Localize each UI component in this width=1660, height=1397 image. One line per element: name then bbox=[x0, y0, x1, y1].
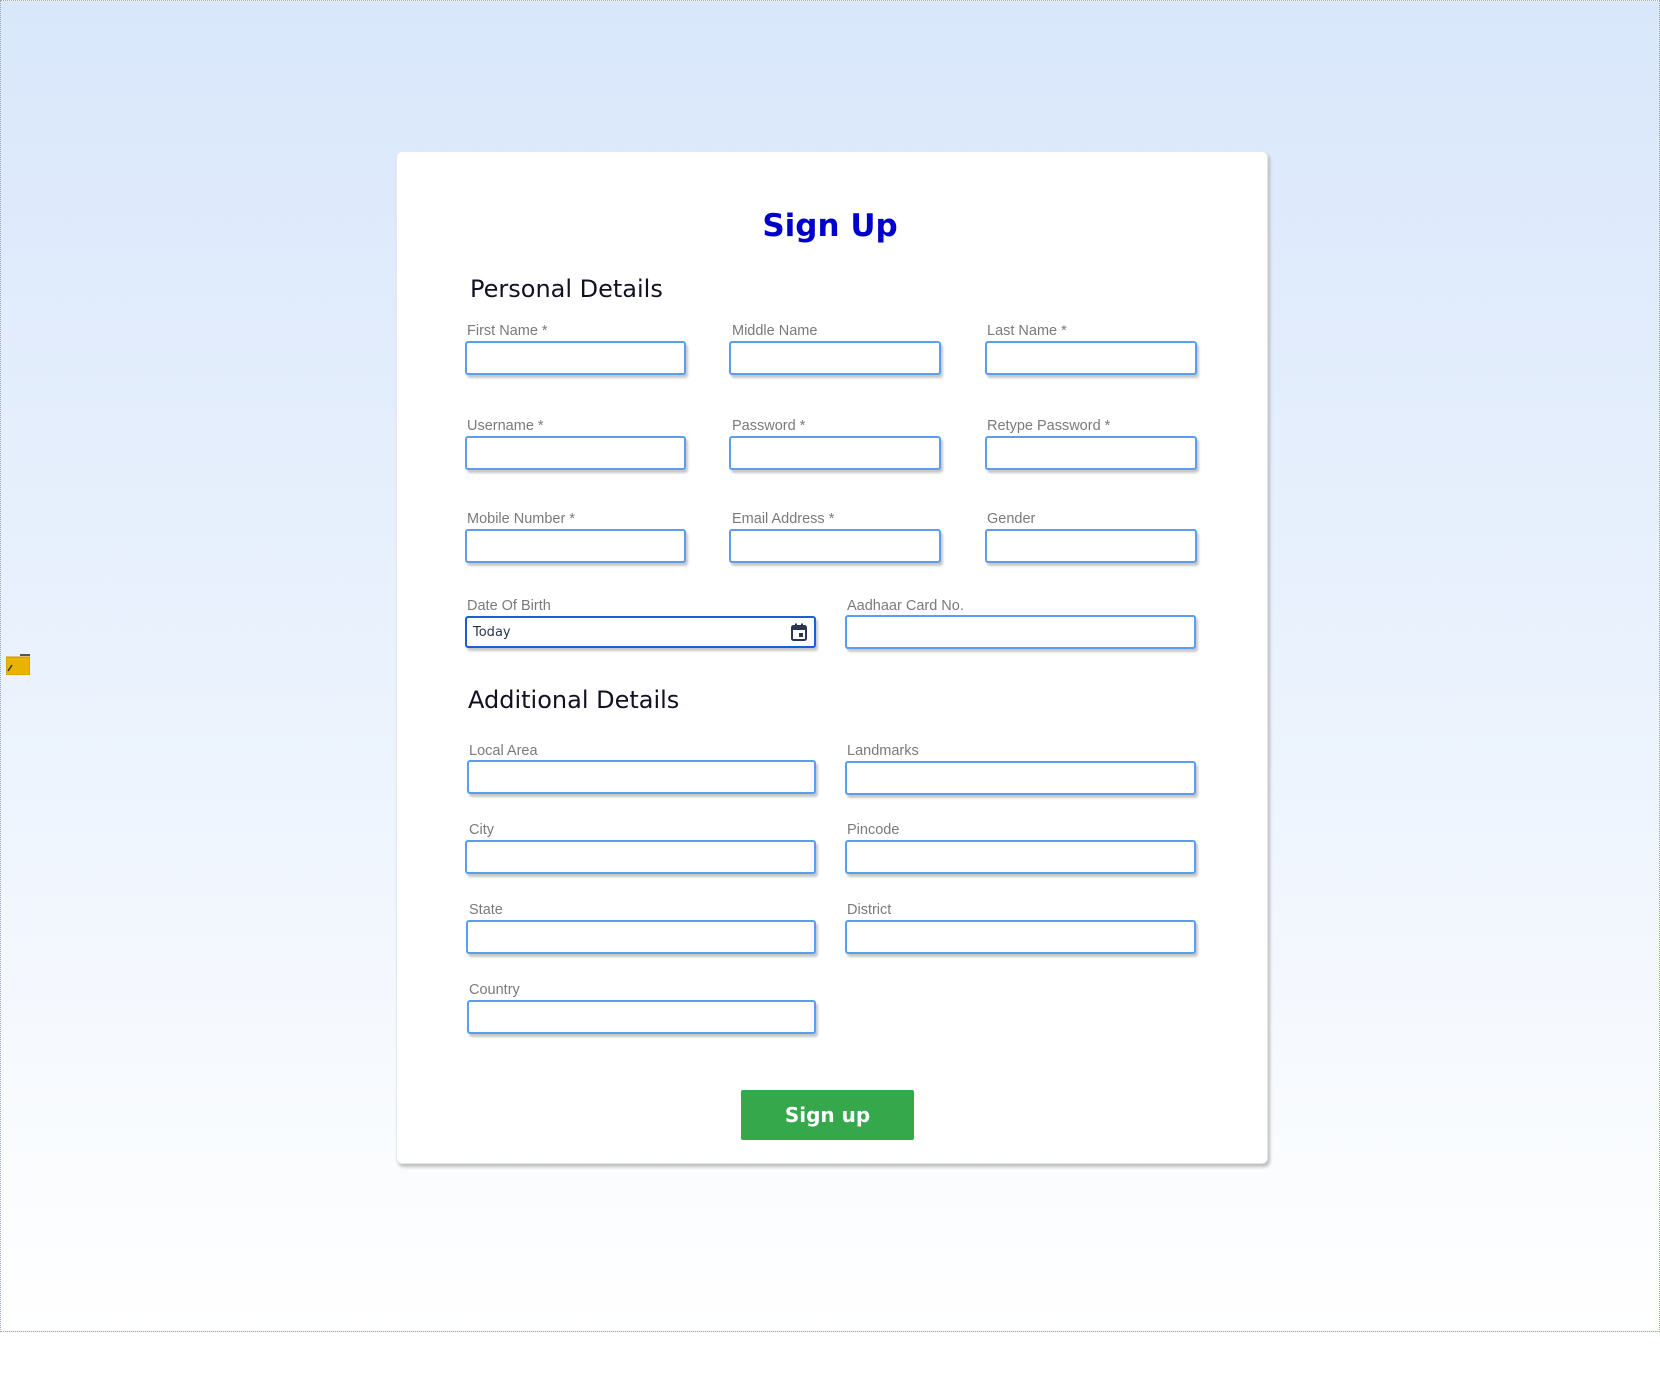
middle-name-input[interactable] bbox=[729, 341, 941, 375]
sign-up-button[interactable]: Sign up bbox=[741, 1090, 914, 1140]
pincode-input[interactable] bbox=[845, 840, 1196, 874]
date-of-birth-value: Today bbox=[473, 624, 511, 640]
city-label: City bbox=[469, 822, 494, 838]
country-label: Country bbox=[469, 982, 520, 998]
username-label: Username * bbox=[467, 418, 544, 434]
date-of-birth-picker[interactable]: Today bbox=[465, 616, 816, 648]
first-name-input[interactable] bbox=[465, 341, 686, 375]
date-of-birth-label: Date Of Birth bbox=[467, 598, 551, 614]
password-label: Password * bbox=[732, 418, 806, 434]
email-address-label: Email Address * bbox=[732, 511, 835, 527]
mobile-number-label: Mobile Number * bbox=[467, 511, 575, 527]
retype-password-input[interactable] bbox=[985, 436, 1197, 470]
middle-name-label: Middle Name bbox=[732, 323, 818, 339]
city-input[interactable] bbox=[465, 840, 816, 874]
password-input[interactable] bbox=[729, 436, 941, 470]
calendar-icon[interactable] bbox=[790, 623, 808, 641]
country-input[interactable] bbox=[467, 1000, 816, 1034]
pincode-label: Pincode bbox=[847, 822, 900, 838]
page-title: Sign Up bbox=[762, 208, 898, 244]
state-input[interactable] bbox=[466, 920, 816, 954]
mobile-number-input[interactable] bbox=[465, 529, 686, 563]
aadhaar-input[interactable] bbox=[845, 615, 1196, 649]
local-area-label: Local Area bbox=[469, 743, 538, 759]
gender-label: Gender bbox=[987, 511, 1036, 527]
additional-details-heading: Additional Details bbox=[468, 686, 680, 714]
first-name-label: First Name * bbox=[467, 323, 548, 339]
landmarks-input[interactable] bbox=[845, 761, 1196, 795]
username-input[interactable] bbox=[465, 436, 686, 470]
district-label: District bbox=[847, 902, 892, 918]
last-name-label: Last Name * bbox=[987, 323, 1067, 339]
last-name-input[interactable] bbox=[985, 341, 1197, 375]
gender-input[interactable] bbox=[985, 529, 1197, 563]
retype-password-label: Retype Password * bbox=[987, 418, 1111, 434]
state-label: State bbox=[469, 902, 503, 918]
district-input[interactable] bbox=[845, 920, 1196, 954]
email-address-input[interactable] bbox=[729, 529, 941, 563]
folder-edit-icon[interactable] bbox=[6, 654, 30, 675]
aadhaar-label: Aadhaar Card No. bbox=[847, 598, 964, 614]
personal-details-heading: Personal Details bbox=[470, 275, 663, 303]
landmarks-label: Landmarks bbox=[847, 743, 919, 759]
local-area-input[interactable] bbox=[467, 760, 816, 794]
